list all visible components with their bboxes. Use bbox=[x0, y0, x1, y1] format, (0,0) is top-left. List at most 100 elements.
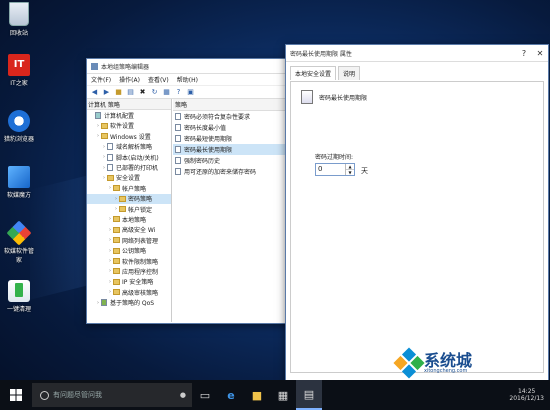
gpedit-app-icon bbox=[91, 62, 98, 70]
close-button[interactable]: ✕ bbox=[532, 46, 548, 60]
desktop-icon-cleanup[interactable]: 一键清理 bbox=[2, 280, 36, 313]
desktop-icon-label: 一键清理 bbox=[6, 306, 31, 313]
properties-icon[interactable]: ▣ bbox=[186, 88, 195, 97]
tree-item[interactable]: › 密码策略 bbox=[87, 193, 171, 204]
tree-item-label: 密码策略 bbox=[128, 196, 153, 204]
file-explorer-icon[interactable]: ■ bbox=[244, 380, 270, 410]
menu-file[interactable]: 文件(F) bbox=[91, 75, 111, 84]
policy-icon bbox=[175, 124, 181, 131]
forward-arrow-icon[interactable]: ▶ bbox=[102, 88, 111, 97]
watermark-text: 系统城 bbox=[424, 350, 473, 370]
tree-item[interactable]: › 本地策略 bbox=[87, 214, 171, 224]
policy-label: 用可还原的加密来储存密码 bbox=[184, 169, 257, 176]
system-clock[interactable]: 14:25 2016/12/13 bbox=[509, 388, 550, 402]
tree-item-label: IP 安全策略 bbox=[122, 279, 154, 287]
expire-label: 密码过期时间: bbox=[315, 154, 354, 161]
delete-icon[interactable]: ✖ bbox=[138, 88, 147, 97]
folder-icon bbox=[119, 206, 126, 213]
tree-item[interactable]: 计算机配置 bbox=[87, 110, 171, 120]
tree-header: 计算机 策略 bbox=[87, 99, 171, 111]
tree-item[interactable]: › 域名解析策略 bbox=[87, 142, 171, 152]
help-button[interactable]: ? bbox=[516, 46, 532, 60]
desktop-icon-label: 软媒魔方 bbox=[6, 192, 31, 199]
menu-help[interactable]: 帮助(H) bbox=[177, 75, 198, 84]
tree-item[interactable]: › 帐户策略 bbox=[87, 183, 171, 193]
store-icon[interactable]: ▦ bbox=[270, 380, 296, 410]
up-folder-icon[interactable]: ■ bbox=[114, 88, 123, 97]
spin-buttons: ▲ ▼ bbox=[345, 164, 354, 175]
tab-explain[interactable]: 说明 bbox=[338, 66, 361, 80]
policy-name: 密码最长使用期限 bbox=[319, 94, 368, 102]
tree-item[interactable]: › 已部署的打印机 bbox=[87, 162, 171, 172]
tree-item[interactable]: › 软件设置 bbox=[87, 121, 171, 131]
desktop-icon-software-manager[interactable]: 软媒软件管家 bbox=[2, 220, 36, 264]
tree-item[interactable]: › Windows 设置 bbox=[87, 131, 171, 141]
microphone-icon[interactable]: ● bbox=[180, 391, 186, 399]
tree-item-label: 网络列表管理 bbox=[122, 237, 159, 245]
desktop-icon-cube[interactable]: 软媒魔方 bbox=[2, 166, 36, 199]
document-icon bbox=[107, 164, 113, 172]
tab-local-security-setting[interactable]: 本地安全设置 bbox=[290, 66, 337, 80]
properties-titlebar[interactable]: 密码最长使用期限 属性 ? ✕ bbox=[286, 45, 548, 62]
tree-item-label: 基于策略的 QoS bbox=[110, 300, 155, 308]
properties-title: 密码最长使用期限 属性 bbox=[290, 50, 352, 58]
desktop-icon-browser[interactable]: 猎豹浏览器 bbox=[2, 110, 36, 143]
watermark: 系统城 xitongcheng.com bbox=[393, 347, 473, 379]
refresh-icon[interactable]: ↻ bbox=[150, 88, 159, 97]
desktop-icon-ithome[interactable]: IT IT之家 bbox=[2, 54, 36, 87]
document-icon bbox=[107, 153, 113, 161]
taskbar: 有问题尽管问我 ● ▭ e ■ ▦ ▤ 14:25 2016/12/13 bbox=[0, 380, 550, 410]
search-box[interactable]: 有问题尽管问我 ● bbox=[32, 383, 192, 407]
export-list-icon[interactable]: ▦ bbox=[162, 88, 171, 97]
menu-action[interactable]: 操作(A) bbox=[119, 75, 140, 84]
start-button[interactable] bbox=[0, 380, 32, 410]
tree-item[interactable]: › 网络列表管理 bbox=[87, 235, 171, 245]
policy-icon bbox=[175, 113, 181, 120]
tree-item-label: 帐户锁定 bbox=[128, 206, 153, 214]
policy-icon bbox=[175, 146, 181, 153]
task-view-icon[interactable]: ▭ bbox=[192, 380, 218, 410]
properties-tabs: 本地安全设置 说明 bbox=[286, 62, 548, 80]
edge-icon[interactable]: e bbox=[218, 380, 244, 410]
watermark-url: xitongcheng.com bbox=[424, 367, 468, 374]
desktop-icon-recycle-bin[interactable]: 回收站 bbox=[2, 2, 36, 37]
folder-icon bbox=[113, 247, 120, 254]
cube-icon bbox=[8, 166, 30, 188]
ithome-icon: IT bbox=[8, 54, 30, 76]
tree-item[interactable]: › 安全设置 bbox=[87, 173, 171, 183]
tree-item-label: Windows 设置 bbox=[110, 133, 151, 141]
tree-item[interactable]: › 高级审核策略 bbox=[87, 287, 171, 297]
folder-icon bbox=[113, 185, 120, 192]
tree-item[interactable]: › 公钥策略 bbox=[87, 245, 171, 255]
tree-item-label: 高级安全 Wi bbox=[122, 227, 156, 235]
tree-item[interactable]: › 脚本(启动/关机) bbox=[87, 152, 171, 162]
folder-icon bbox=[101, 133, 108, 140]
clock-date: 2016/12/13 bbox=[509, 395, 544, 402]
document-icon bbox=[107, 143, 113, 151]
policy-icon bbox=[175, 157, 181, 164]
software-manager-icon bbox=[6, 220, 32, 246]
tree-item[interactable]: › IP 安全策略 bbox=[87, 277, 171, 287]
policy-icon bbox=[175, 135, 181, 142]
days-spinbox[interactable]: 0 ▲ ▼ bbox=[315, 163, 355, 176]
watermark-logo-icon bbox=[393, 347, 425, 379]
tree-item[interactable]: › 应用程序控制 bbox=[87, 266, 171, 276]
policy-label: 密码长度最小值 bbox=[184, 125, 227, 132]
gpedit-taskbar-icon[interactable]: ▤ bbox=[296, 380, 322, 410]
tree-item[interactable]: › 基于策略的 QoS bbox=[87, 297, 171, 307]
tree-item[interactable]: › 帐户锁定 bbox=[87, 204, 171, 214]
menu-view[interactable]: 查看(V) bbox=[148, 75, 169, 84]
spin-down-icon[interactable]: ▼ bbox=[346, 169, 354, 175]
cortana-icon bbox=[40, 390, 49, 400]
folder-icon bbox=[113, 268, 120, 275]
policy-heading: 密码最长使用期限 bbox=[301, 90, 367, 104]
desktop-icon-label: 猎豹浏览器 bbox=[3, 136, 34, 143]
show-tree-icon[interactable]: ▤ bbox=[126, 88, 135, 97]
tree-item[interactable]: › 高级安全 Wi bbox=[87, 225, 171, 235]
days-input[interactable]: 0 bbox=[316, 164, 345, 175]
tab-content: 密码最长使用期限 密码过期时间: 0 ▲ ▼ 天 bbox=[290, 81, 544, 373]
help-icon[interactable]: ? bbox=[174, 88, 183, 97]
tree-item[interactable]: › 软件限制策略 bbox=[87, 256, 171, 266]
policy-label: 密码最短使用期限 bbox=[184, 136, 233, 143]
back-arrow-icon[interactable]: ◀ bbox=[90, 88, 99, 97]
